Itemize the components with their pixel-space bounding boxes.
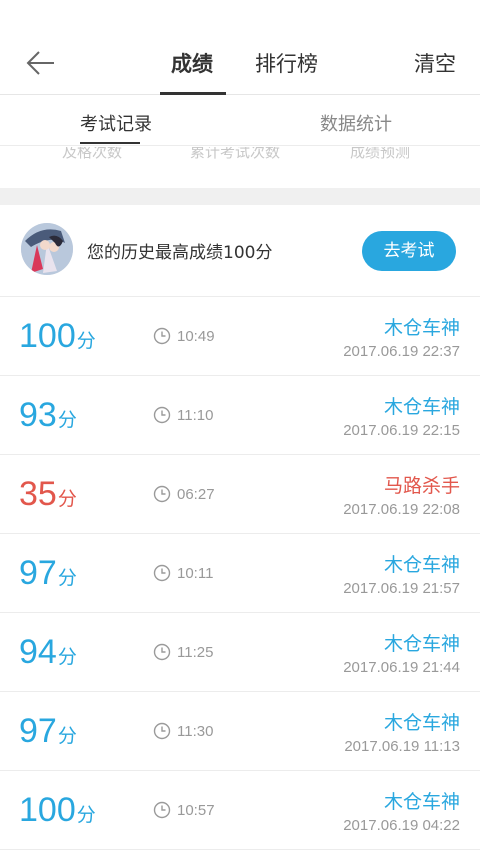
exam-record-row[interactable]: 97分 10:11 木仓车神 2017.06.19 21:57	[0, 534, 480, 613]
avatar	[21, 223, 73, 275]
score-number: 97	[19, 712, 57, 750]
tab-score[interactable]: 成绩	[171, 48, 213, 78]
score-value: 93分	[19, 396, 77, 435]
exam-datetime: 2017.06.19 04:22	[343, 817, 460, 834]
score-value: 97分	[19, 554, 77, 593]
score-number: 94	[19, 633, 57, 671]
top-nav-bar: 成绩 排行榜 清空	[0, 0, 480, 95]
exam-datetime: 2017.06.19 21:57	[343, 580, 460, 597]
sub-tab-indicator	[80, 142, 140, 144]
rank-title: 木仓车神	[383, 791, 460, 813]
stat-pass-count-label: 及格次数	[62, 147, 123, 161]
score-value: 100分	[19, 791, 96, 830]
exam-datetime: 2017.06.19 22:08	[343, 501, 460, 518]
exam-record-row[interactable]: 97分 11:30 木仓车神 2017.06.19 11:13	[0, 692, 480, 771]
rank-title: 木仓车神	[383, 633, 460, 655]
clock-icon	[153, 722, 171, 740]
exam-datetime: 2017.06.19 21:44	[343, 659, 460, 676]
score-value: 35分	[19, 475, 77, 514]
tab-ranking[interactable]: 排行榜	[255, 48, 318, 78]
exam-duration: 11:10	[177, 407, 214, 424]
score-number: 35	[19, 475, 57, 513]
stat-total-exams-label: 累计考试次数	[190, 147, 281, 161]
clear-button[interactable]: 清空	[414, 48, 456, 78]
clock-icon	[153, 327, 171, 345]
rank-title: 木仓车神	[383, 712, 460, 734]
go-exam-button[interactable]: 去考试	[362, 231, 456, 271]
exam-duration: 11:25	[177, 644, 214, 661]
exam-duration: 10:11	[177, 565, 214, 582]
score-value: 97分	[19, 712, 77, 751]
score-number: 93	[19, 396, 57, 434]
rank-title: 木仓车神	[383, 554, 460, 576]
tab-exam-records[interactable]: 考试记录	[80, 110, 152, 136]
score-number: 100	[19, 791, 76, 829]
exam-records-list: 100分 10:49 木仓车神 2017.06.19 22:37 93分 11:10 木仓车…	[0, 297, 480, 850]
clock-icon	[153, 643, 171, 661]
score-number: 100	[19, 317, 76, 355]
best-score-card: 您的历史最高成绩100分 去考试	[0, 205, 480, 297]
score-value: 94分	[19, 633, 77, 672]
score-unit: 分	[57, 568, 77, 589]
exam-record-row[interactable]: 100分 10:57 木仓车神 2017.06.19 04:22	[0, 771, 480, 850]
section-divider	[0, 188, 480, 205]
score-unit: 分	[57, 410, 77, 431]
score-value: 100分	[19, 317, 96, 356]
exam-datetime: 2017.06.19 22:37	[343, 343, 460, 360]
score-unit: 分	[57, 647, 77, 668]
clock-icon	[153, 485, 171, 503]
stat-prediction-label: 成绩预测	[350, 147, 411, 161]
exam-duration: 10:49	[177, 328, 215, 345]
score-unit: 分	[76, 805, 96, 826]
exam-record-row[interactable]: 100分 10:49 木仓车神 2017.06.19 22:37	[0, 297, 480, 376]
active-tab-indicator	[160, 92, 226, 95]
exam-record-row[interactable]: 93分 11:10 木仓车神 2017.06.19 22:15	[0, 376, 480, 455]
score-number: 97	[19, 554, 57, 592]
exam-record-row[interactable]: 35分 06:27 马路杀手 2017.06.19 22:08	[0, 455, 480, 534]
score-unit: 分	[57, 489, 77, 510]
exam-duration: 06:27	[177, 486, 215, 503]
rank-title: 木仓车神	[383, 317, 460, 339]
exam-datetime: 2017.06.19 11:13	[344, 738, 460, 755]
clock-icon	[153, 564, 171, 582]
back-arrow-icon[interactable]	[24, 46, 58, 80]
rank-title: 马路杀手	[383, 475, 460, 497]
score-unit: 分	[76, 331, 96, 352]
exam-duration: 10:57	[177, 802, 215, 819]
tab-data-stats[interactable]: 数据统计	[320, 110, 392, 136]
score-unit: 分	[57, 726, 77, 747]
best-score-text: 您的历史最高成绩100分	[87, 243, 273, 263]
rank-title: 木仓车神	[383, 396, 460, 418]
clock-icon	[153, 801, 171, 819]
exam-record-row[interactable]: 94分 11:25 木仓车神 2017.06.19 21:44	[0, 613, 480, 692]
exam-duration: 11:30	[177, 723, 214, 740]
exam-datetime: 2017.06.19 22:15	[343, 422, 460, 439]
stats-strip: 及格次数 累计考试次数 成绩预测	[0, 147, 480, 169]
sub-tab-bar: 考试记录 数据统计	[0, 96, 480, 146]
clock-icon	[153, 406, 171, 424]
